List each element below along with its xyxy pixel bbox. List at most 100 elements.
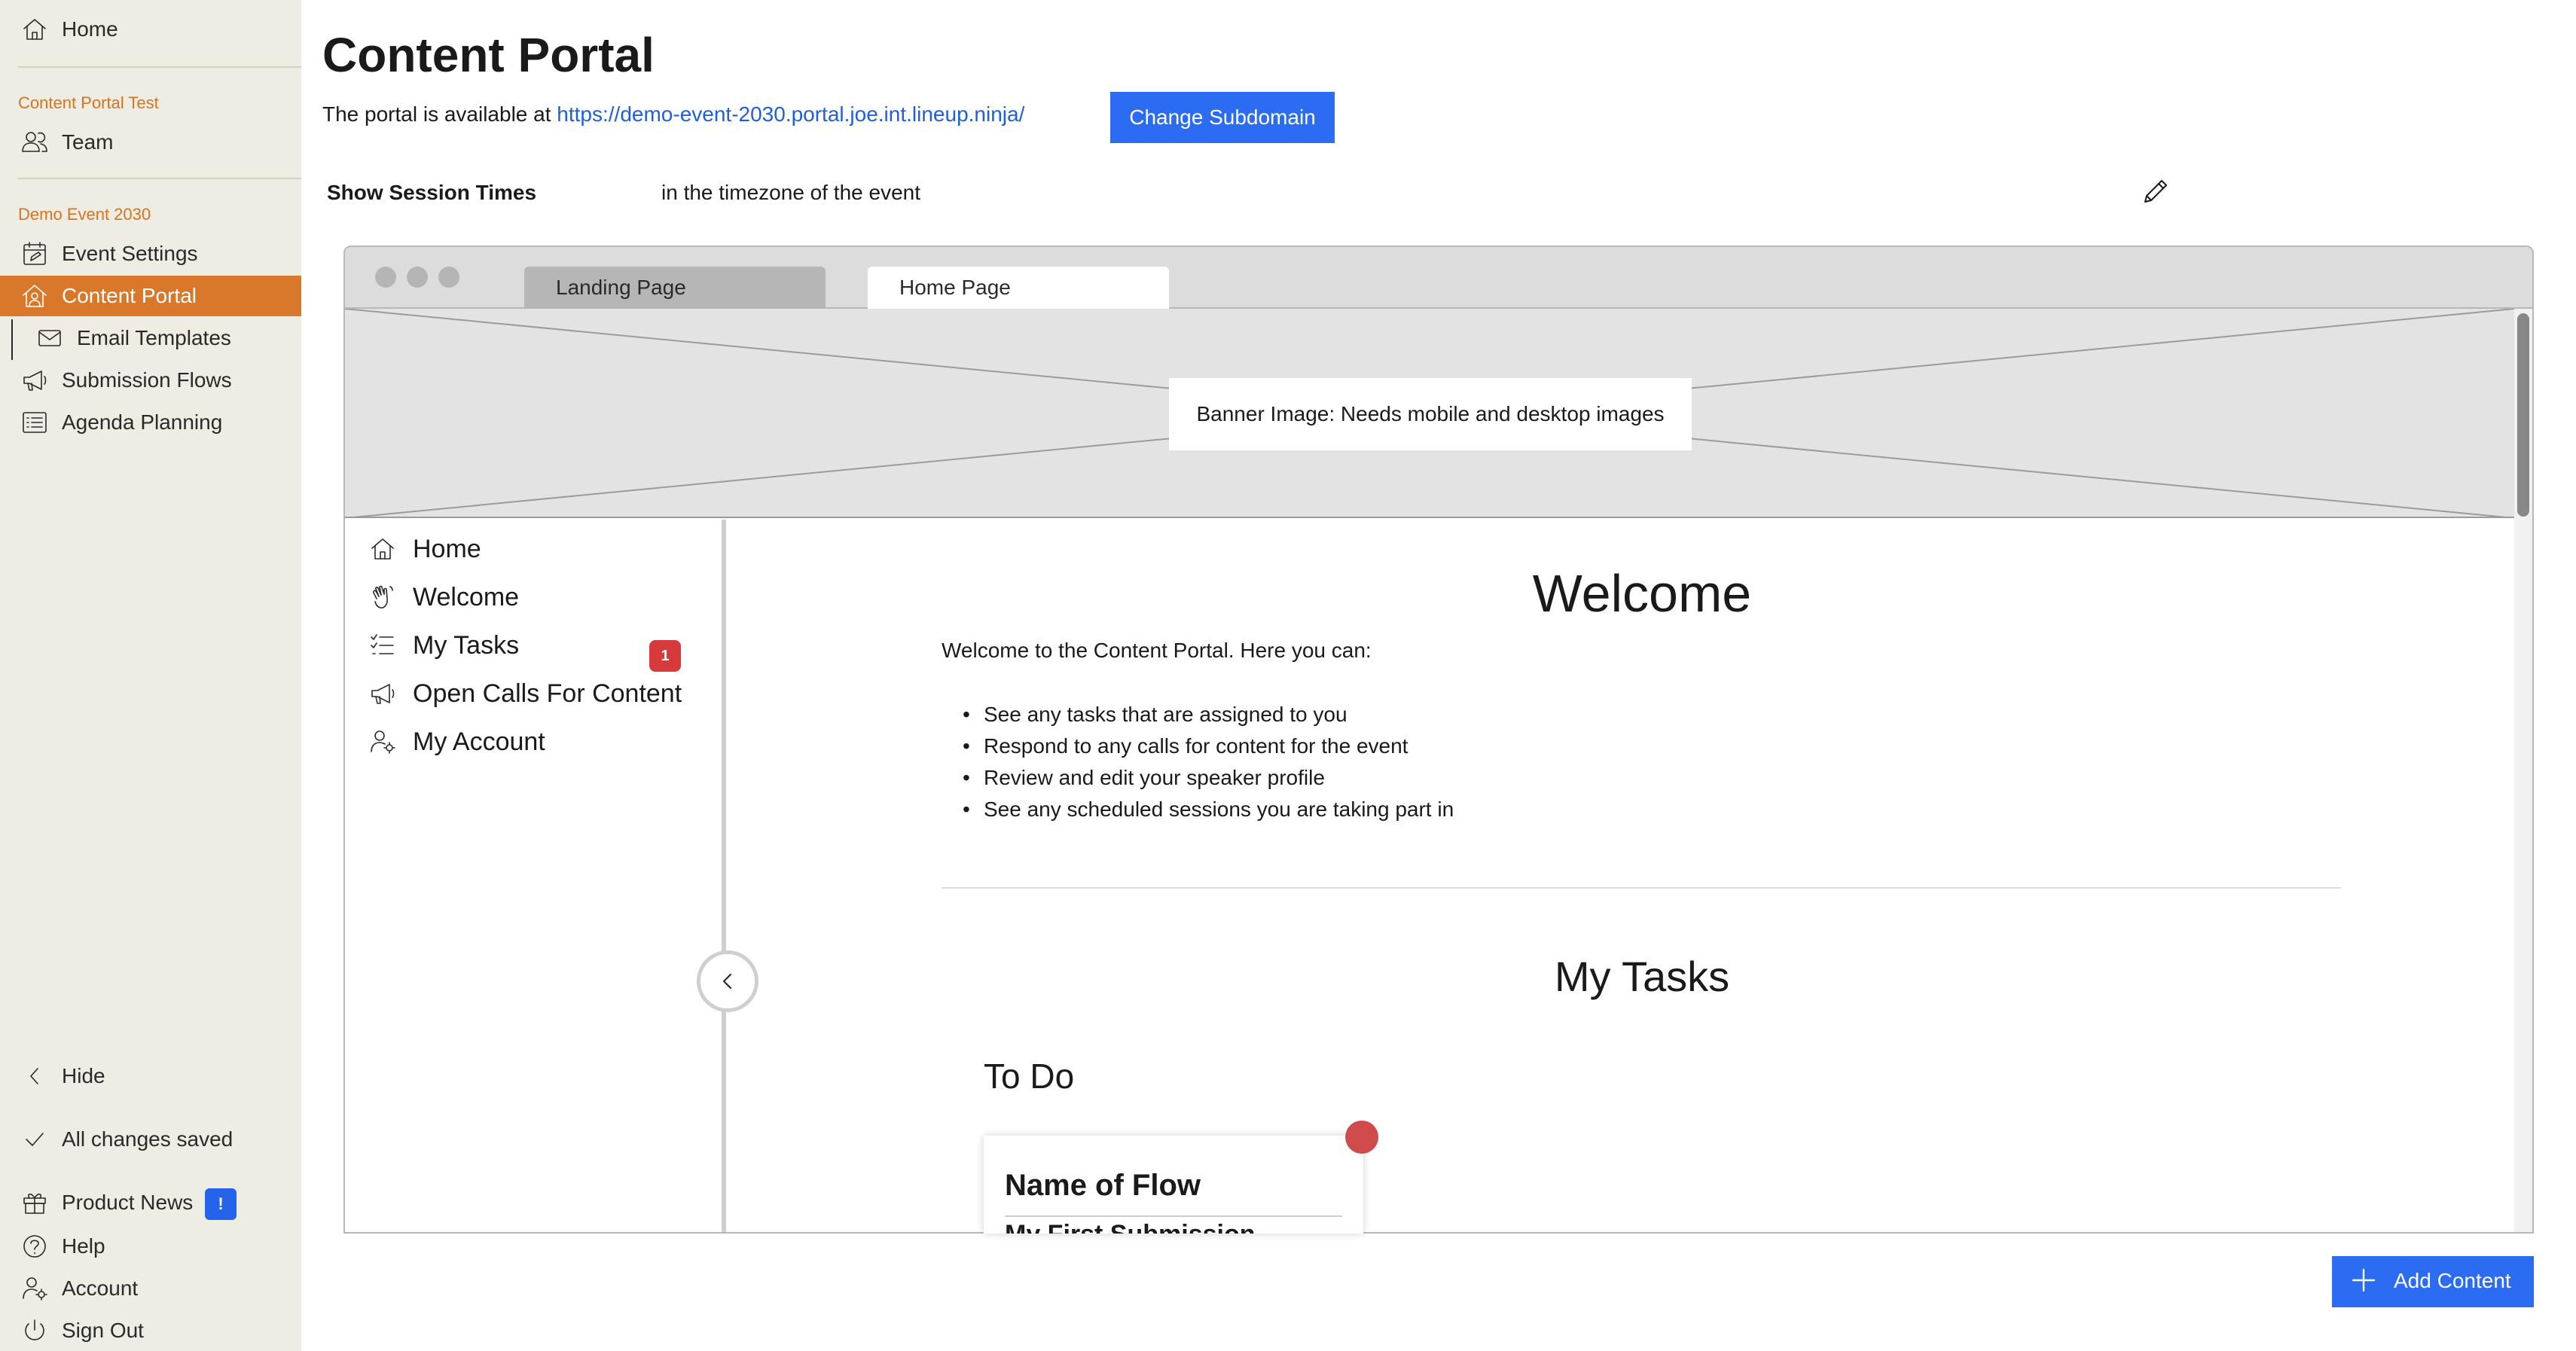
- app-sidebar: Home Content Portal Test Team Demo Event…: [0, 0, 301, 1351]
- sidebar-divider: [18, 178, 301, 179]
- product-news-badge: !: [205, 1188, 237, 1220]
- list-item: See any scheduled sessions you are takin…: [942, 794, 1454, 825]
- window-dot: [375, 267, 396, 288]
- chevron-left-icon: [18, 1060, 51, 1093]
- sidebar-item-label: Product News: [62, 1191, 194, 1214]
- hide-label: Hide: [62, 1064, 105, 1087]
- save-status-label: All changes saved: [62, 1127, 233, 1151]
- tab-label: Landing Page: [556, 276, 686, 299]
- tab-landing-page[interactable]: Landing Page: [524, 267, 826, 309]
- portal-nav: Home Welcome My Tasks Open Calls For Con…: [345, 520, 726, 1232]
- sidebar-item-label: Account: [62, 1276, 139, 1300]
- sidebar-item-submission-flows[interactable]: Submission Flows: [0, 360, 301, 401]
- sidebar-item-label: Content Portal: [62, 284, 197, 307]
- task-card-divider: [1005, 1215, 1342, 1217]
- calendar-edit-icon: [18, 237, 51, 270]
- banner-label: Banner Image: Needs mobile and desktop i…: [1169, 378, 1692, 450]
- list-item: See any tasks that are assigned to you: [942, 699, 1454, 730]
- sidebar-item-help[interactable]: Help: [0, 1226, 301, 1267]
- sidebar-divider: [18, 66, 301, 68]
- task-card-subtitle: My First Submission: [1005, 1220, 1256, 1234]
- sidebar-section-label: Demo Event 2030: [18, 205, 151, 224]
- add-content-label: Add Content: [2394, 1269, 2511, 1292]
- user-settings-icon: [366, 725, 399, 758]
- sidebar-item-home[interactable]: Home: [0, 9, 301, 50]
- content-divider: [942, 887, 2341, 889]
- session-times-label: Show Session Times: [327, 181, 537, 204]
- sidebar-item-email-templates[interactable]: Email Templates: [0, 318, 301, 358]
- home-icon: [366, 532, 399, 566]
- user-settings-icon: [18, 1272, 51, 1305]
- sidebar-item-label: Email Templates: [77, 326, 231, 349]
- task-card[interactable]: Name of Flow My First Submission: [984, 1136, 1363, 1234]
- window-dot: [407, 267, 428, 288]
- sidebar-item-label: Help: [62, 1234, 105, 1258]
- gift-icon: [18, 1186, 51, 1219]
- sidebar-section-label: Content Portal Test: [18, 93, 159, 112]
- my-tasks-count-badge: 1: [649, 640, 681, 672]
- list-item: Respond to any calls for content for the…: [942, 730, 1454, 762]
- save-status: All changes saved: [0, 1119, 301, 1160]
- portal-nav-label: Home: [413, 534, 481, 563]
- checklist-icon: [366, 629, 399, 662]
- envelope-icon: [33, 322, 66, 355]
- sidebar-item-label: Submission Flows: [62, 368, 232, 392]
- sidebar-item-product-news[interactable]: Product News: [0, 1182, 301, 1223]
- checkmark-icon: [18, 1123, 51, 1156]
- sidebar-item-account[interactable]: Account: [0, 1268, 301, 1309]
- power-icon: [18, 1314, 51, 1347]
- plus-icon: [2349, 1265, 2379, 1295]
- users-icon: [18, 126, 51, 159]
- page-title: Content Portal: [322, 28, 655, 82]
- preview-scrollbar[interactable]: [2514, 309, 2532, 1232]
- help-icon: [18, 1230, 51, 1263]
- welcome-intro: Welcome to the Content Portal. Here you …: [942, 639, 1372, 662]
- tab-label: Home Page: [899, 276, 1011, 299]
- task-card-title: Name of Flow: [1005, 1169, 1201, 1202]
- sidebar-item-label: Event Settings: [62, 242, 198, 265]
- sidebar-item-label: Sign Out: [62, 1319, 144, 1342]
- sidebar-item-team[interactable]: Team: [0, 122, 301, 163]
- sidebar-item-event-settings[interactable]: Event Settings: [0, 233, 301, 274]
- chevron-left-icon: [722, 973, 732, 990]
- sidebar-item-label: Home: [62, 17, 118, 41]
- change-subdomain-button[interactable]: Change Subdomain: [1110, 92, 1335, 143]
- sidebar-item-agenda-planning[interactable]: Agenda Planning: [0, 402, 301, 443]
- banner-image-placeholder: Banner Image: Needs mobile and desktop i…: [345, 309, 2514, 518]
- welcome-list: See any tasks that are assigned to you R…: [942, 699, 1454, 825]
- wave-hand-icon: [366, 581, 399, 614]
- window-dot: [438, 267, 459, 288]
- home-icon: [18, 13, 51, 46]
- collapse-nav-button[interactable]: [697, 950, 758, 1012]
- tab-home-page[interactable]: Home Page: [868, 267, 1169, 309]
- portal-nav-label: Welcome: [413, 582, 520, 611]
- welcome-heading-text: Welcome: [1532, 564, 1752, 623]
- house-person-icon: [18, 279, 51, 313]
- task-status-dot: [1345, 1121, 1378, 1154]
- megaphone-icon: [18, 364, 51, 397]
- megaphone-icon: [366, 677, 399, 710]
- sidebar-item-sign-out[interactable]: Sign Out: [0, 1310, 301, 1351]
- list-icon: [18, 406, 51, 439]
- sidebar-item-content-portal[interactable]: Content Portal: [0, 276, 301, 316]
- session-times-value: in the timezone of the event: [661, 181, 920, 204]
- sidebar-hide-button[interactable]: Hide: [0, 1056, 301, 1096]
- portal-nav-label: My Tasks: [413, 630, 520, 660]
- pencil-icon[interactable]: [2139, 175, 2172, 208]
- portal-nav-welcome[interactable]: Welcome: [366, 578, 713, 616]
- todo-heading: To Do: [984, 1057, 1075, 1096]
- portal-availability: The portal is available at https://demo-…: [322, 102, 1024, 127]
- portal-prefix: The portal is available at: [322, 102, 551, 126]
- portal-nav-open-calls[interactable]: Open Calls For Content: [366, 675, 713, 712]
- sidebar-item-label: Agenda Planning: [62, 410, 223, 434]
- portal-nav-label: My Account: [413, 727, 545, 756]
- scroll-thumb[interactable]: [2517, 313, 2529, 517]
- portal-nav-home[interactable]: Home: [366, 530, 713, 568]
- portal-nav-my-account[interactable]: My Account: [366, 723, 713, 761]
- portal-url-link[interactable]: https://demo-event-2030.portal.joe.int.l…: [557, 102, 1024, 126]
- list-item: Review and edit your speaker profile: [942, 762, 1454, 794]
- browser-bar: Landing Page Home Page: [345, 247, 2532, 309]
- my-tasks-heading-text: My Tasks: [1554, 953, 1730, 1000]
- sidebar-item-label: Team: [62, 130, 114, 154]
- portal-nav-label: Open Calls For Content: [413, 679, 682, 708]
